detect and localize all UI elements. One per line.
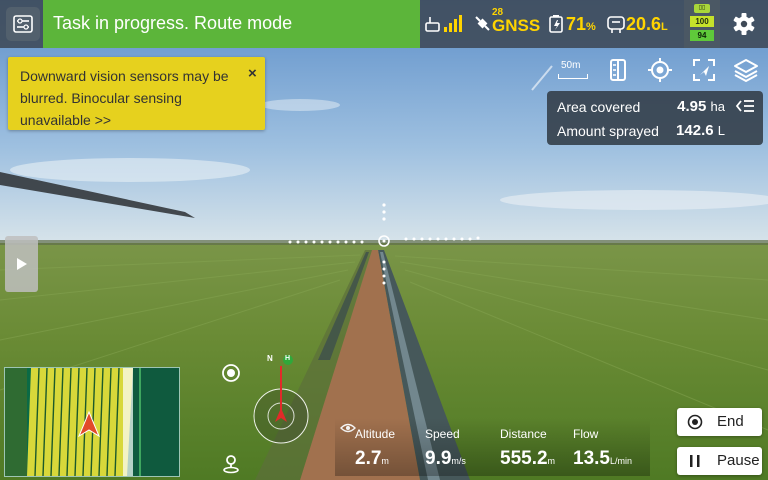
top-status-bar: Task in progress. Route mode 28 GNSS 71%… (0, 0, 768, 48)
battery-percentage-value: 71 (566, 14, 587, 34)
remote-signal-icon[interactable] (425, 13, 463, 35)
flight-telemetry: Altitude 2.7m Speed 9.9m/s Distance 555.… (335, 418, 650, 476)
task-status-text: Task in progress. Route mode (53, 13, 293, 33)
home-point-icon[interactable] (220, 452, 242, 474)
locate-icon[interactable] (646, 56, 674, 84)
play-arrow-icon (17, 258, 27, 270)
focus-target-icon[interactable] (690, 56, 718, 84)
speed-number: 9.9 (425, 448, 452, 469)
sensor-warning-text[interactable]: Downward vision sensors may be blurred. … (20, 65, 242, 131)
altitude-number: 2.7 (355, 448, 382, 469)
battery-percentage[interactable]: 71% (566, 14, 596, 35)
expand-panel-tab[interactable] (5, 236, 38, 292)
speed-value: 9.9m/s (425, 448, 466, 470)
sensor-warning-banner[interactable]: Downward vision sensors may be blurred. … (8, 57, 265, 130)
amount-sprayed-number: 142.6 (676, 122, 714, 139)
pause-task-label: Pause (717, 452, 760, 469)
speed-label: Speed (425, 427, 460, 441)
pause-task-button[interactable]: Pause (677, 447, 762, 475)
compass-widget: N H (250, 352, 312, 444)
altitude-label: Altitude (355, 427, 396, 441)
settings-icon[interactable] (730, 10, 758, 38)
amount-sprayed-unit: L (717, 123, 725, 138)
tank-icon (607, 16, 625, 33)
field-minimap[interactable] (4, 367, 180, 477)
end-task-button[interactable]: End (677, 408, 762, 436)
distance-unit: m (547, 456, 556, 466)
flow-unit: L/min (609, 456, 632, 466)
compass-north-label: N (267, 354, 273, 363)
map-scale-bar (558, 74, 588, 79)
battery-percentage-unit: % (586, 21, 596, 33)
battery-icon (549, 15, 563, 33)
flow-number: 13.5 (573, 448, 610, 469)
spray-stats-panel: Area covered 4.95 ha Amount sprayed 142.… (547, 91, 763, 145)
distance-label: Distance (500, 427, 547, 441)
task-status-banner[interactable]: Task in progress. Route mode (43, 0, 420, 48)
menu-icon (13, 15, 33, 33)
flow-label: Flow (573, 427, 599, 441)
amount-sprayed-value: 142.6 L (645, 122, 725, 139)
amount-sprayed-label: Amount sprayed (557, 123, 659, 139)
area-covered-number: 4.95 (677, 98, 707, 115)
tank-level-unit: L (661, 21, 668, 33)
speed-unit: m/s (451, 456, 466, 466)
menu-button[interactable] (6, 7, 40, 41)
layers-icon[interactable] (732, 56, 760, 84)
compass-dial-icon (253, 355, 309, 444)
battery-a-level: 100 (690, 16, 714, 27)
flow-value: 13.5L/min (573, 448, 632, 470)
area-covered-label: Area covered (557, 99, 641, 115)
camera-toggle-icon[interactable] (220, 362, 242, 384)
tank-level-value: 20.6 (626, 14, 662, 34)
warning-close-button[interactable]: × (248, 65, 257, 82)
gnss-label[interactable]: GNSS (492, 16, 540, 36)
satellite-icon (475, 16, 490, 31)
altitude-unit: m (381, 456, 389, 466)
end-task-label: End (717, 413, 744, 430)
dual-battery-status[interactable]: ▯▯ 100 94 (684, 0, 720, 48)
list-collapse-icon[interactable] (735, 98, 755, 114)
distance-number: 555.2 (500, 448, 548, 469)
pause-icon (690, 455, 700, 467)
distance-value: 555.2m (500, 448, 555, 470)
battery-b-level: 94 (690, 30, 714, 41)
route-map-icon[interactable] (604, 56, 632, 84)
map-scale-label: 50m (561, 60, 581, 71)
drone-position-marker-icon (77, 410, 101, 438)
stop-icon (687, 414, 703, 430)
area-covered-unit: ha (710, 99, 725, 114)
tank-level[interactable]: 20.6L (626, 14, 668, 35)
dual-battery-icon: ▯▯ (694, 4, 710, 13)
altitude-value: 2.7m (355, 448, 389, 470)
compass-home-label: H (285, 355, 291, 362)
area-covered-value: 4.95 ha (645, 98, 725, 115)
